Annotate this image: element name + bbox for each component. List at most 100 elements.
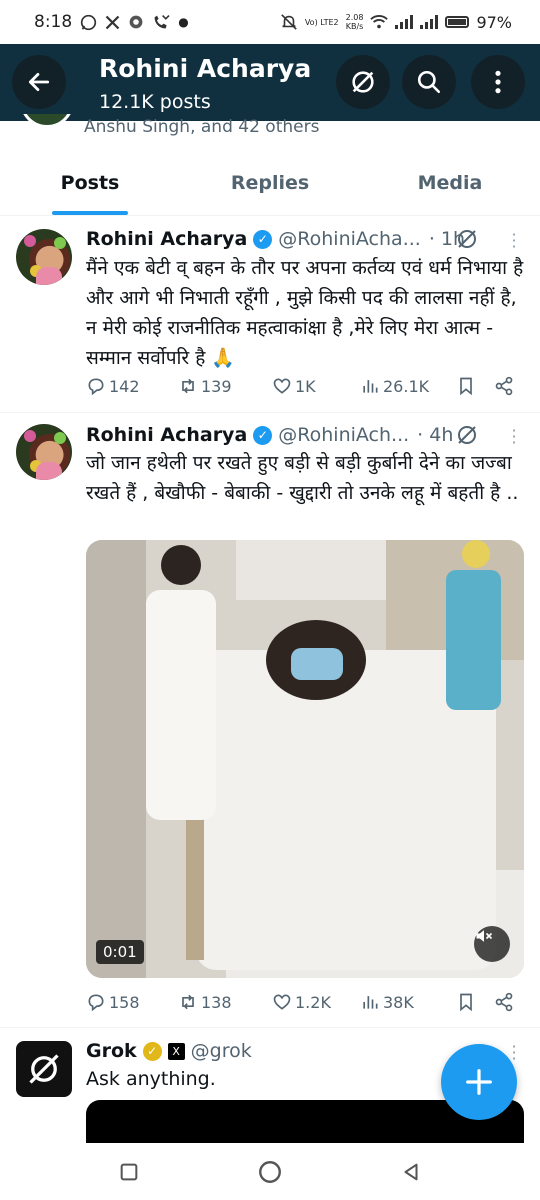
reply-count: 142: [109, 376, 140, 396]
grok-explain-icon[interactable]: [455, 423, 479, 447]
post-header: Rohini Acharya ✓ @RohiniAch... · 4h: [86, 420, 453, 450]
dot-icon: ●: [178, 15, 189, 29]
speed-unit: KB/s: [345, 22, 364, 31]
post-avatar[interactable]: [16, 424, 72, 480]
grok-explain-icon[interactable]: [455, 227, 479, 251]
system-navigation-bar: [0, 1143, 540, 1200]
verified-badge-icon: ✓: [253, 425, 273, 445]
mute-bell-icon: [281, 14, 297, 30]
tab-replies[interactable]: Replies: [180, 150, 360, 215]
post-more-icon[interactable]: · · ·: [510, 1039, 518, 1067]
gold-verified-badge-icon: ✓: [142, 1041, 162, 1061]
back-nav-icon[interactable]: [400, 1161, 422, 1183]
post-video[interactable]: 0:01: [86, 540, 524, 978]
repost-button[interactable]: 138: [178, 992, 272, 1012]
missed-call-icon: [154, 15, 170, 29]
grok-avatar[interactable]: [16, 1041, 72, 1097]
post-time[interactable]: · 4h: [417, 424, 453, 446]
arrow-left-icon: [28, 73, 50, 91]
tab-replies-label: Replies: [230, 171, 310, 194]
views-count: 38K: [383, 992, 414, 1012]
post-header: Grok ✓ X @grok: [86, 1036, 252, 1066]
repost-button[interactable]: 139: [178, 376, 272, 396]
profile-header: Rohini Acharya 12.1K posts: [0, 44, 540, 121]
search-button[interactable]: [402, 55, 456, 109]
post-author-name[interactable]: Rohini Acharya: [86, 228, 247, 250]
heart-icon: [273, 994, 291, 1010]
home-icon[interactable]: [257, 1159, 283, 1185]
chrome-icon: [129, 15, 143, 29]
post-author-name[interactable]: Grok: [86, 1040, 137, 1062]
recent-apps-icon[interactable]: [118, 1161, 140, 1183]
repost-icon: [182, 378, 194, 394]
post-author-handle[interactable]: @RohiniAch...: [278, 424, 409, 446]
views-count: 26.1K: [383, 376, 430, 396]
search-icon: [417, 70, 441, 94]
more-options-button[interactable]: [471, 55, 525, 109]
tab-active-indicator: [52, 211, 128, 215]
video-timestamp: 0:01: [96, 940, 144, 964]
speed-value: 2.08: [345, 13, 364, 22]
post-text: जो जान हथेली पर रखते हुए बड़ी से बड़ी कु…: [86, 452, 519, 504]
network-type: Vo) LTE2: [304, 17, 339, 27]
post-author-handle[interactable]: @grok: [191, 1040, 252, 1062]
post-actions: 158 138 1.2K 38K: [86, 988, 514, 1016]
like-count: 1.2K: [295, 992, 331, 1012]
plus-icon: [466, 1069, 492, 1095]
like-button[interactable]: 1K: [272, 376, 360, 396]
post-divider: [0, 412, 540, 413]
post-text: मैंने एक बेटी व् बहन के तौर पर अपना कर्त…: [86, 257, 524, 369]
profile-tabs: Posts Replies Media: [0, 150, 540, 216]
post-more-icon[interactable]: · · ·: [510, 423, 518, 451]
reply-icon: [88, 994, 104, 1012]
post-more-icon[interactable]: · · ·: [510, 227, 518, 255]
like-button[interactable]: 1.2K: [272, 992, 360, 1012]
views-button[interactable]: 38K: [360, 992, 456, 1012]
video-frame: [86, 540, 524, 978]
header-posts-count: 12.1K posts: [99, 91, 211, 113]
system-icons: Vo) LTE2 2.08 KB/s 97%: [280, 13, 512, 32]
compose-post-button[interactable]: [441, 1044, 517, 1120]
tab-media-label: Media: [417, 171, 483, 194]
share-icon[interactable]: [494, 992, 514, 1012]
status-bar: 8:18 ● Vo) LTE2 2.08 KB/s 97%: [0, 0, 540, 44]
whatsapp-icon: [81, 14, 97, 30]
followed-by-text: Anshu Singh, and 42 others: [84, 117, 320, 137]
repost-icon: [182, 994, 194, 1010]
signal-icon-2: [420, 15, 439, 29]
more-vertical-icon: [495, 70, 501, 94]
reply-button[interactable]: 158: [86, 992, 178, 1012]
bookmark-icon[interactable]: [456, 992, 476, 1012]
post-author-handle[interactable]: @RohiniAcha...: [278, 228, 421, 250]
back-button[interactable]: [12, 55, 66, 109]
header-name: Rohini Acharya: [99, 54, 312, 83]
repost-count: 138: [201, 992, 232, 1012]
reply-button[interactable]: 142: [86, 376, 178, 396]
post-header: Rohini Acharya ✓ @RohiniAcha... · 1h: [86, 224, 465, 254]
notification-icons: ●: [80, 14, 189, 31]
like-count: 1K: [295, 376, 316, 396]
grok-icon: [352, 71, 374, 93]
status-time: 8:18: [34, 12, 73, 32]
post-divider: [0, 1027, 540, 1028]
tab-media[interactable]: Media: [360, 150, 540, 215]
repost-count: 139: [201, 376, 232, 396]
profile-avatar-partial: [14, 114, 78, 130]
post-actions: 142 139 1K 26.1K: [86, 372, 514, 400]
bookmark-icon[interactable]: [456, 376, 476, 396]
views-chart-icon: [363, 380, 378, 393]
x-icon: [105, 15, 120, 29]
reply-count: 158: [109, 992, 140, 1012]
signal-icon-1: [395, 15, 414, 29]
mute-button[interactable]: [474, 926, 510, 962]
tab-posts[interactable]: Posts: [0, 150, 180, 215]
grok-button[interactable]: [336, 55, 390, 109]
volume-muted-icon: [476, 930, 493, 942]
post-author-name[interactable]: Rohini Acharya: [86, 424, 247, 446]
views-button[interactable]: 26.1K: [360, 376, 456, 396]
post-avatar[interactable]: [16, 229, 72, 285]
heart-icon: [273, 378, 291, 394]
share-icon[interactable]: [494, 376, 514, 396]
verified-badge-icon: ✓: [253, 229, 273, 249]
tab-posts-label: Posts: [60, 171, 120, 194]
